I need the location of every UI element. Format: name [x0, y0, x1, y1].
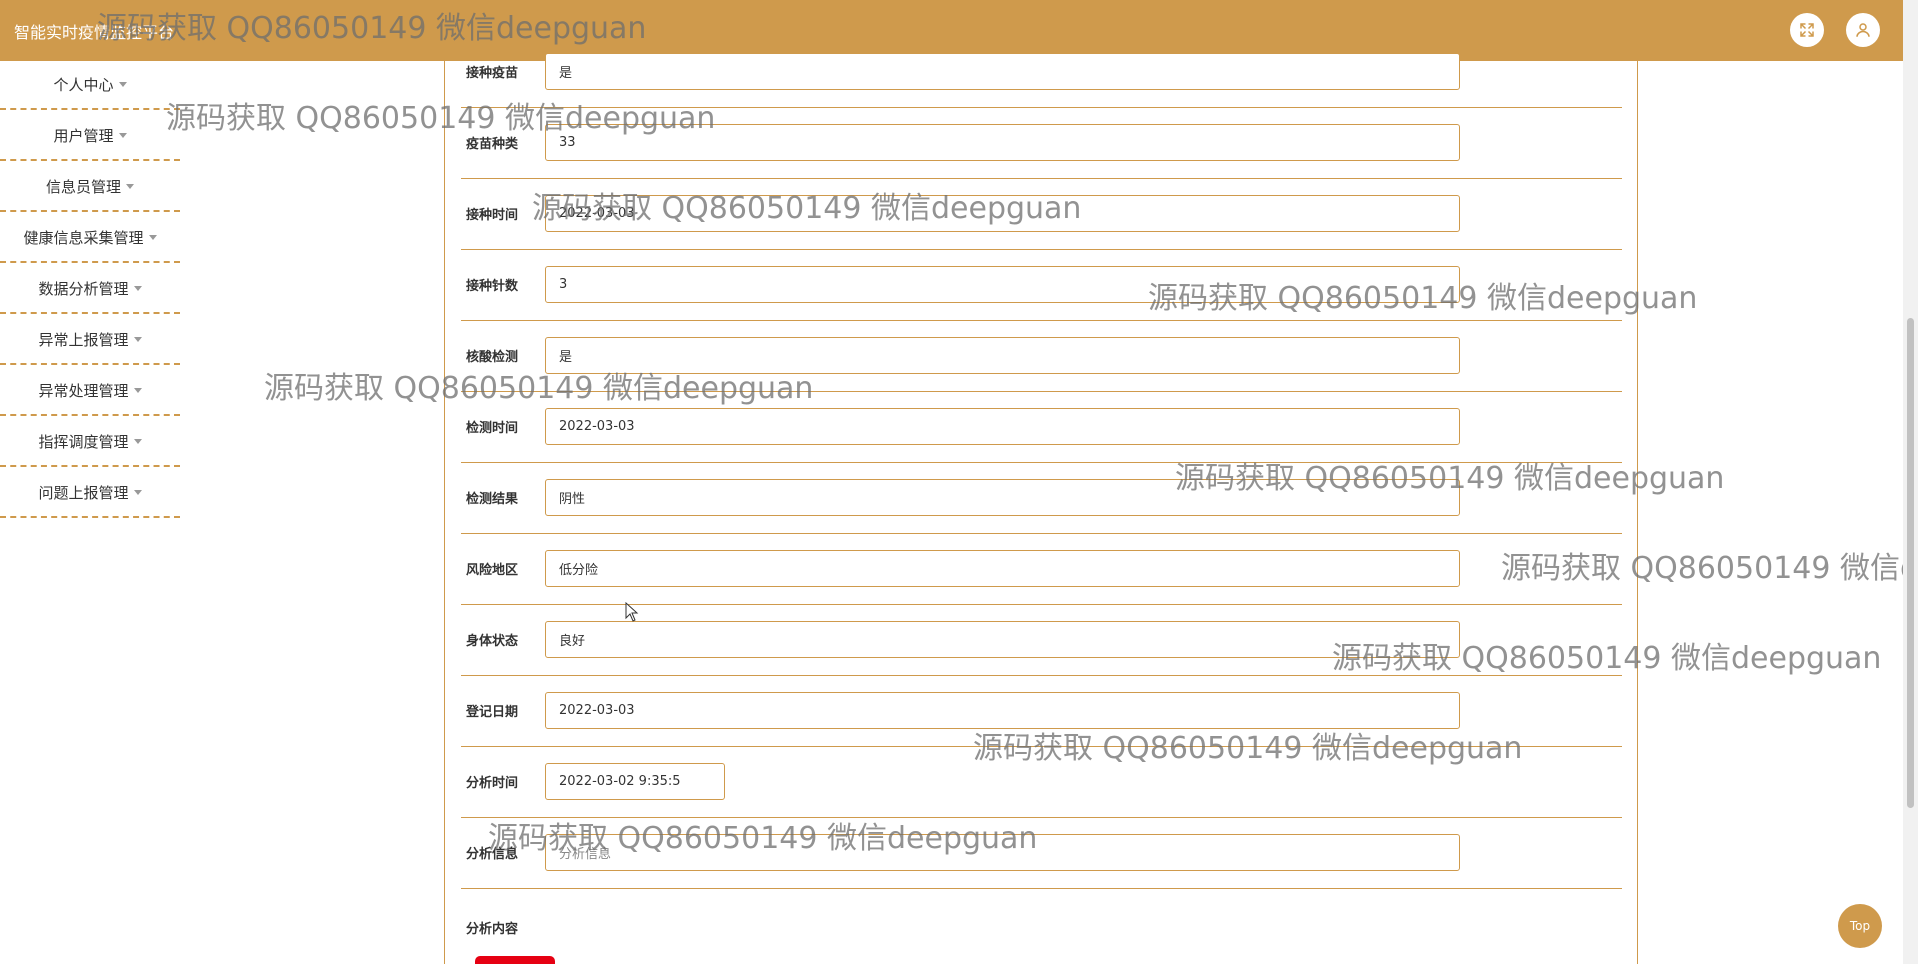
body-status-field[interactable]: 良好	[545, 621, 1460, 658]
chevron-down-icon	[118, 133, 127, 138]
form-row-risk-area: 风险地区 低分险	[461, 533, 1622, 605]
sidebar-item-label: 个人中心	[53, 76, 114, 94]
register-date-field[interactable]: 2022-03-03	[545, 692, 1460, 729]
mouse-cursor-icon	[625, 602, 639, 622]
field-label: 接种疫苗	[466, 66, 519, 81]
field-label: 分析时间	[466, 776, 519, 791]
field-label: 检测结果	[466, 492, 519, 507]
app-title: 智能实时疫情监控平台	[14, 23, 175, 42]
sidebar-item-label: 异常上报管理	[38, 331, 129, 349]
sidebar-item-anomaly-report[interactable]: 异常上报管理	[0, 316, 180, 365]
field-label: 接种针数	[466, 279, 519, 294]
form-row-vaccination-date: 接种时间 2022-03-03	[461, 178, 1622, 250]
analysis-time-field[interactable]: 2022-03-02 9:35:5	[545, 763, 725, 800]
page-scrollbar[interactable]	[1903, 0, 1918, 964]
test-result-field[interactable]: 阴性	[545, 479, 1460, 516]
form-row-test-date: 检测时间 2022-03-03	[461, 391, 1622, 463]
scrollbar-thumb[interactable]	[1907, 318, 1914, 808]
form-row-analysis-info: 分析信息 分析信息	[461, 817, 1622, 889]
sidebar-item-label: 信息员管理	[45, 178, 121, 196]
sidebar-item-label: 健康信息采集管理	[23, 229, 144, 247]
form-row-vaccinated: 接种疫苗 是	[461, 36, 1622, 108]
sidebar-item-users[interactable]: 用户管理	[0, 112, 180, 161]
chevron-down-icon	[133, 388, 142, 393]
sidebar-item-label: 问题上报管理	[38, 484, 129, 502]
form-row-nucleic-test: 核酸检测 是	[461, 320, 1622, 392]
sidebar-item-informants[interactable]: 信息员管理	[0, 163, 180, 212]
dose-count-field[interactable]: 3	[545, 266, 1460, 303]
vaccination-date-field[interactable]: 2022-03-03	[545, 195, 1460, 232]
user-button[interactable]	[1846, 13, 1880, 47]
sidebar-item-health-info[interactable]: 健康信息采集管理	[0, 214, 180, 263]
chevron-down-icon	[148, 235, 157, 240]
sidebar-item-dispatch[interactable]: 指挥调度管理	[0, 418, 180, 467]
fullscreen-button[interactable]	[1790, 13, 1824, 47]
field-label: 登记日期	[466, 705, 519, 720]
sidebar-item-label: 用户管理	[53, 127, 114, 145]
analysis-content-label: 分析内容	[466, 922, 519, 937]
sidebar-item-anomaly-handling[interactable]: 异常处理管理	[0, 367, 180, 416]
chevron-down-icon	[133, 439, 142, 444]
sidebar-item-label: 指挥调度管理	[38, 433, 129, 451]
field-label: 风险地区	[466, 563, 519, 578]
vaccinated-field[interactable]: 是	[545, 53, 1460, 90]
form-row-dose-count: 接种针数 3	[461, 249, 1622, 321]
sidebar-item-personal-center[interactable]: 个人中心	[0, 61, 180, 110]
analysis-info-input[interactable]: 分析信息	[545, 834, 1460, 871]
field-label: 分析信息	[466, 847, 519, 862]
form-row-analysis-time: 分析时间 2022-03-02 9:35:5	[461, 746, 1622, 818]
vaccine-type-field[interactable]: 33	[545, 124, 1460, 161]
field-label: 检测时间	[466, 421, 519, 436]
test-date-field[interactable]: 2022-03-03	[545, 408, 1460, 445]
sidebar-item-issue-report[interactable]: 问题上报管理	[0, 469, 180, 518]
content-action-button[interactable]	[475, 956, 555, 964]
field-label: 接种时间	[466, 208, 519, 223]
form-row-vaccine-type: 疫苗种类 33	[461, 107, 1622, 179]
field-label: 疫苗种类	[466, 137, 519, 152]
risk-area-field[interactable]: 低分险	[545, 550, 1460, 587]
chevron-down-icon	[133, 337, 142, 342]
back-to-top-button[interactable]: Top	[1838, 904, 1882, 948]
field-label: 身体状态	[466, 634, 519, 649]
detail-form: 接种疫苗 是 疫苗种类 33 接种时间 2022-03-03 接种针数 3 核酸…	[444, 53, 1638, 964]
chevron-down-icon	[133, 286, 142, 291]
nucleic-test-field[interactable]: 是	[545, 337, 1460, 374]
form-row-test-result: 检测结果 阴性	[461, 462, 1622, 534]
chevron-down-icon	[118, 82, 127, 87]
chevron-down-icon	[133, 490, 142, 495]
chevron-down-icon	[126, 184, 134, 189]
form-row-register-date: 登记日期 2022-03-03	[461, 675, 1622, 747]
expand-icon	[1800, 23, 1814, 37]
user-icon	[1856, 23, 1870, 37]
sidebar-item-label: 数据分析管理	[38, 280, 129, 298]
sidebar-item-data-analysis[interactable]: 数据分析管理	[0, 265, 180, 314]
field-label: 核酸检测	[466, 350, 519, 365]
sidebar-item-label: 异常处理管理	[38, 382, 129, 400]
sidebar: 个人中心 用户管理 信息员管理 健康信息采集管理 数据分析管理 异常上报管理 异…	[0, 61, 180, 520]
